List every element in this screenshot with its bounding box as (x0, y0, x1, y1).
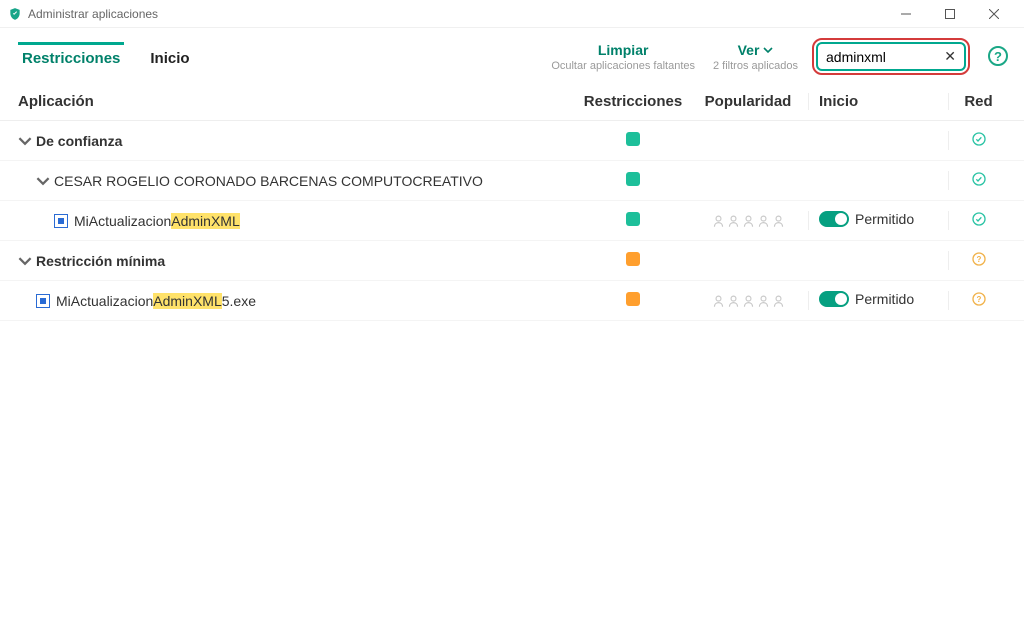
group-row-trusted[interactable]: De confianza (0, 121, 1024, 161)
help-icon[interactable]: ? (988, 46, 1008, 66)
person-icon (757, 294, 770, 308)
svg-text:?: ? (976, 295, 981, 304)
group-label: Restricción mínima (36, 253, 165, 269)
tab-restrictions[interactable]: Restricciones (18, 42, 124, 79)
person-icon (742, 214, 755, 228)
view-col[interactable]: Ver 2 filtros aplicados (713, 42, 798, 72)
net-prompt-icon: ? (971, 251, 987, 267)
popularity-icons (688, 214, 808, 228)
restriction-indicator[interactable] (626, 172, 640, 186)
person-icon (772, 294, 785, 308)
toggle-knob (835, 213, 847, 225)
chevron-down-icon[interactable] (18, 254, 32, 268)
app-name: MiActualizacionAdminXML5.exe (56, 293, 256, 309)
popularity-icons (688, 294, 808, 308)
app-row[interactable]: MiActualizacionAdminXML5.exe Permitido ? (0, 281, 1024, 321)
tabs: Restricciones Inicio (18, 42, 194, 79)
toggle-label: Permitido (855, 291, 914, 307)
header-popularity[interactable]: Popularidad (688, 93, 808, 110)
group-label: CESAR ROGELIO CORONADO BARCENAS COMPUTOC… (54, 173, 483, 189)
chevron-down-icon (763, 45, 773, 55)
toolbar-right: Limpiar Ocultar aplicaciones faltantes V… (551, 42, 1008, 72)
header-restrictions[interactable]: Restricciones (578, 93, 688, 110)
shield-icon (8, 7, 22, 21)
app-name: MiActualizacionAdminXML (74, 213, 240, 229)
header-app[interactable]: Aplicación (18, 93, 578, 110)
person-icon (727, 214, 740, 228)
view-label: Ver (738, 42, 760, 58)
person-icon (757, 214, 770, 228)
restriction-indicator[interactable] (626, 252, 640, 266)
person-icon (742, 294, 755, 308)
chevron-down-icon[interactable] (36, 174, 50, 188)
toolbar: Restricciones Inicio Limpiar Ocultar apl… (0, 28, 1024, 79)
group-row-vendor[interactable]: CESAR ROGELIO CORONADO BARCENAS COMPUTOC… (0, 161, 1024, 201)
clean-col[interactable]: Limpiar Ocultar aplicaciones faltantes (551, 42, 695, 72)
view-button[interactable]: Ver (738, 42, 774, 58)
net-prompt-icon: ? (971, 291, 987, 307)
net-allowed-icon (971, 211, 987, 227)
net-allowed-icon (971, 171, 987, 187)
toggle-label: Permitido (855, 211, 914, 227)
maximize-button[interactable] (928, 0, 972, 28)
search-highlight: AdminXML (171, 213, 239, 229)
svg-text:?: ? (976, 255, 981, 264)
person-icon (712, 294, 725, 308)
person-icon (712, 214, 725, 228)
header-start[interactable]: Inicio (808, 93, 948, 110)
person-icon (727, 294, 740, 308)
start-toggle[interactable]: Permitido (819, 211, 914, 227)
tab-home[interactable]: Inicio (146, 42, 193, 79)
search-highlight: AdminXML (153, 293, 221, 309)
toggle-track[interactable] (819, 291, 849, 307)
app-icon (36, 294, 50, 308)
close-button[interactable] (972, 0, 1016, 28)
toggle-track[interactable] (819, 211, 849, 227)
chevron-down-icon[interactable] (18, 134, 32, 148)
net-allowed-icon (971, 131, 987, 147)
clean-button[interactable]: Limpiar (598, 42, 649, 58)
restriction-indicator[interactable] (626, 212, 640, 226)
clean-sub: Ocultar aplicaciones faltantes (551, 60, 695, 72)
header-net[interactable]: Red (948, 93, 1008, 110)
window-buttons (884, 0, 1016, 28)
view-sub: 2 filtros aplicados (713, 60, 798, 72)
search-input[interactable] (826, 49, 940, 65)
app-icon (54, 214, 68, 228)
search-box[interactable]: ✕ (816, 42, 966, 71)
restriction-indicator[interactable] (626, 292, 640, 306)
group-label: De confianza (36, 133, 122, 149)
start-toggle[interactable]: Permitido (819, 291, 914, 307)
titlebar: Administrar aplicaciones (0, 0, 1024, 28)
app-row[interactable]: MiActualizacionAdminXML Permitido (0, 201, 1024, 241)
toggle-knob (835, 293, 847, 305)
column-headers: Aplicación Restricciones Popularidad Ini… (0, 79, 1024, 121)
person-icon (772, 214, 785, 228)
group-row-minrestrict[interactable]: Restricción mínima ? (0, 241, 1024, 281)
search-clear-icon[interactable]: ✕ (940, 48, 956, 65)
window-title: Administrar aplicaciones (28, 7, 884, 21)
minimize-button[interactable] (884, 0, 928, 28)
restriction-indicator[interactable] (626, 132, 640, 146)
